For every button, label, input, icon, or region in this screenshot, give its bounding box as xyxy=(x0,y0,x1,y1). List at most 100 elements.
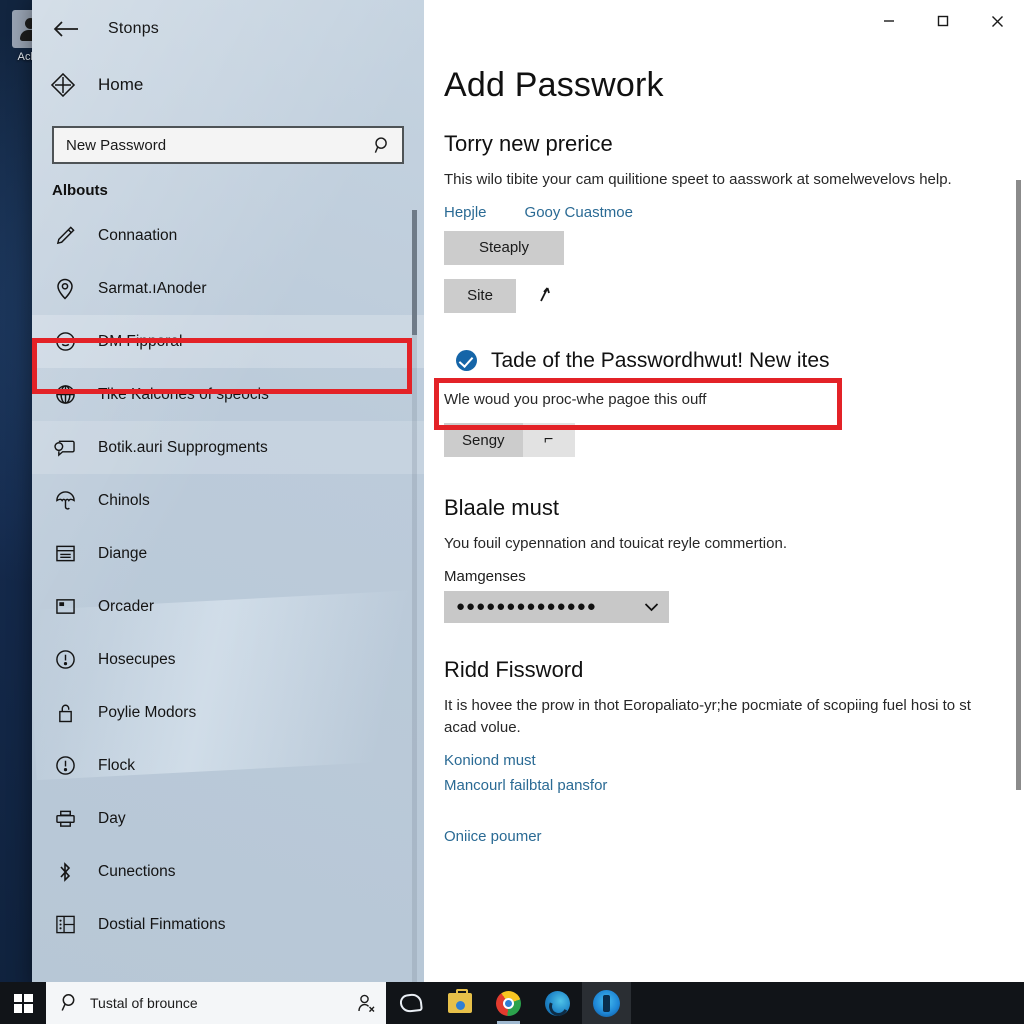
blue-app-glyph-icon xyxy=(593,989,620,1017)
sidebar-item-label: Orcader xyxy=(98,597,154,615)
sidebar-item-label: Hosecupes xyxy=(98,650,176,668)
sidebar-item-label: Connaation xyxy=(98,226,178,244)
store-icon[interactable] xyxy=(435,982,484,1024)
sidebar-item-label: Dostial Finmations xyxy=(98,915,226,933)
link-oniice-poumer[interactable]: Oniice poumer xyxy=(444,828,974,845)
edge-icon[interactable] xyxy=(533,982,582,1024)
checkmark-circle-icon xyxy=(456,350,477,371)
sidebar-item-label: Poylie Modors xyxy=(98,703,197,721)
sidebar-item-hosecupes[interactable]: Hosecupes xyxy=(32,633,424,686)
section-heading-blaale: Blaale must xyxy=(444,495,559,520)
edge-glyph-icon xyxy=(545,990,570,1016)
section-heading-ridd: Ridd Fissword xyxy=(444,656,584,682)
apps-grid-icon xyxy=(52,914,78,935)
briefcase-glyph-icon xyxy=(447,989,472,1013)
sidebar-item-label: Sarmat.ıAnoder xyxy=(98,279,207,297)
blue-app-icon[interactable] xyxy=(582,982,631,1024)
password-highlight-subtext: Wle woud you proc-whe pagoe this ouff xyxy=(444,390,707,408)
settings-content: Add Passwork Torry new prerice This wilo… xyxy=(424,58,1024,845)
home-diamond-icon xyxy=(50,73,76,97)
link-hepjle[interactable]: Hepjle xyxy=(444,204,487,221)
sidebar-item-home[interactable]: Home xyxy=(32,58,424,112)
windows-start-icon[interactable] xyxy=(0,982,46,1024)
sidebar-scrollbar[interactable] xyxy=(412,210,417,985)
sidebar-item-label: Flock xyxy=(98,756,136,774)
section-body-blaale: You fouil cypennation and touicat reyle … xyxy=(444,535,787,552)
section-body-torry: This wilo tibite your cam quilitione spe… xyxy=(444,171,952,188)
taskbar-search-box[interactable]: Tustal of brounce xyxy=(46,982,386,1024)
page-title: Add Passwork xyxy=(444,66,664,104)
location-pin-icon xyxy=(52,278,78,300)
sidebar-nav-list: Connaation Sarmat.ıAnoder DM Fipporal Ti… xyxy=(32,209,424,992)
sidebar-scrollbar-thumb[interactable] xyxy=(412,210,417,335)
link-gooy-cuastmoe[interactable]: Gooy Cuastmoe xyxy=(525,204,633,221)
search-input[interactable] xyxy=(66,136,373,154)
sidebar-item-day[interactable]: Day xyxy=(32,792,424,845)
password-highlight-label: Tade of the Passwordhwut! New ites xyxy=(491,348,830,372)
maximize-icon[interactable] xyxy=(916,0,970,42)
close-icon[interactable] xyxy=(970,0,1024,42)
field-label-mamgenses: Mamgenses xyxy=(444,567,526,585)
settings-window: Stonps Home Albouts xyxy=(32,0,1024,992)
main-content-pane: Add Passwork Torry new prerice This wilo… xyxy=(424,0,1024,992)
pencil-icon xyxy=(52,225,78,246)
content-scrollbar-thumb[interactable] xyxy=(1016,180,1021,790)
person-search-icon[interactable] xyxy=(357,993,376,1013)
sidebar-item-label: Chinols xyxy=(98,491,150,509)
sidebar: Stonps Home Albouts xyxy=(32,0,424,992)
sidebar-item-botik-supprogments[interactable]: Botik.auri Supprogments xyxy=(32,421,424,474)
sidebar-item-diange[interactable]: Diange xyxy=(32,527,424,580)
link-koniond-must[interactable]: Koniond must xyxy=(444,752,974,769)
section-body-ridd: It is hovee the prow in thot Eoropaliato… xyxy=(444,696,971,737)
sidebar-item-label: Diange xyxy=(98,544,148,562)
password-highlight-row[interactable]: Tade of the Passwordhwut! New ites xyxy=(444,339,974,383)
sidebar-item-label-home: Home xyxy=(98,75,144,94)
taskbar-search-text: Tustal of brounce xyxy=(90,995,198,1011)
chrome-icon[interactable] xyxy=(484,982,533,1024)
flag-icon[interactable]: ⌐ xyxy=(522,423,575,457)
link-row-torry: Hepjle Gooy Cuastmoe xyxy=(444,204,974,221)
sidebar-item-orcader[interactable]: Orcader xyxy=(32,580,424,633)
sidebar-item-tike-kalcones[interactable]: Tike Kalcones of speocis xyxy=(32,368,424,421)
sidebar-item-chinols[interactable]: Chinols xyxy=(32,474,424,527)
link-mancourl-failbtal[interactable]: Mancourl failbtal pansfor xyxy=(444,777,974,794)
site-button[interactable]: Site xyxy=(444,278,516,313)
sidebar-item-flock[interactable]: Flock xyxy=(32,739,424,792)
umbrella-icon xyxy=(52,490,78,511)
taskbar-app-icons xyxy=(386,982,631,1024)
info-circle-icon xyxy=(52,649,78,670)
back-arrow-icon[interactable] xyxy=(46,12,86,46)
sidebar-item-dm-fipporal[interactable]: DM Fipporal xyxy=(32,315,424,368)
sidebar-item-label: Botik.auri Supprogments xyxy=(98,438,268,456)
cortana-ring-icon xyxy=(398,992,423,1014)
site-row: Site xyxy=(444,278,974,313)
face-smile-icon xyxy=(52,331,78,352)
task-view-icon[interactable] xyxy=(386,982,435,1024)
sidebar-search-box[interactable] xyxy=(52,126,404,164)
password-select[interactable]: ●●●●●●●●●●●●●● xyxy=(444,590,669,623)
section-heading-torry: Torry new prerice xyxy=(444,131,613,156)
globe-icon xyxy=(52,384,78,405)
sidebar-item-poylie-modors[interactable]: Poylie Modors xyxy=(32,686,424,739)
sidebar-item-sarmat-anoder[interactable]: Sarmat.ıAnoder xyxy=(32,262,424,315)
minimize-icon[interactable] xyxy=(862,0,916,42)
speech-bubble-icon xyxy=(52,438,78,457)
pencil-edit-icon[interactable] xyxy=(534,286,552,306)
taskbar: Tustal of brounce xyxy=(0,982,1024,1024)
sidebar-item-label: Tike Kalcones of speocis xyxy=(98,385,269,403)
list-panel-icon xyxy=(52,544,78,563)
window-caption-buttons xyxy=(424,0,1024,58)
sengy-button[interactable]: Sengy xyxy=(444,423,523,457)
sidebar-item-cunections[interactable]: Cunections xyxy=(32,845,424,898)
sidebar-item-label: Day xyxy=(98,809,126,827)
sidebar-item-connaation[interactable]: Connaation xyxy=(32,209,424,262)
content-scrollbar[interactable] xyxy=(1016,180,1021,790)
password-select-value: ●●●●●●●●●●●●●● xyxy=(456,598,597,615)
search-icon[interactable] xyxy=(373,136,392,155)
sidebar-item-dostial-finmations[interactable]: Dostial Finmations xyxy=(32,898,424,951)
bluetooth-icon xyxy=(52,861,78,883)
printer-icon xyxy=(52,809,78,828)
steaply-button[interactable]: Steaply xyxy=(444,230,564,265)
sidebar-section-header: Albouts xyxy=(52,182,108,199)
window-titlebar-left: Stonps xyxy=(32,0,424,58)
